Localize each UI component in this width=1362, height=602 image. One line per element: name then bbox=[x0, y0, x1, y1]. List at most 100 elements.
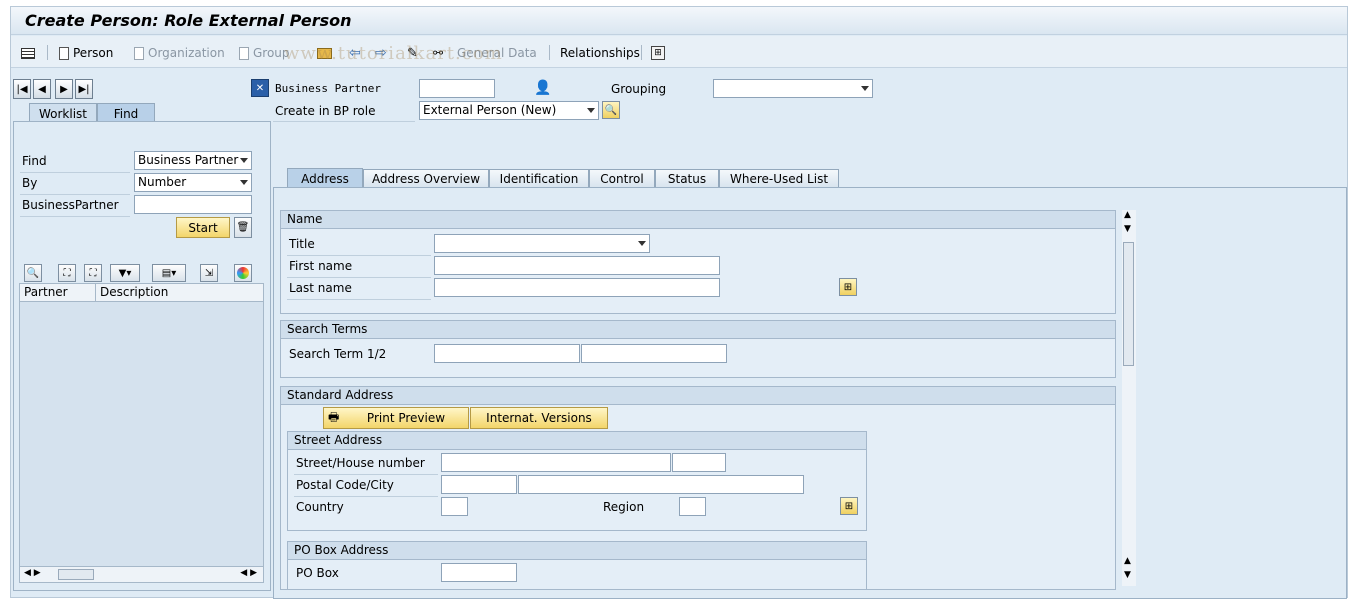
name-group: Name Title First name Last name ⊞ bbox=[280, 210, 1116, 314]
po-box-group: PO Box Address PO Box bbox=[287, 541, 867, 589]
person-button[interactable]: Person bbox=[59, 44, 113, 62]
scroll-down-icon[interactable]: ▼ bbox=[1124, 570, 1131, 580]
filter-icon: ▼▾ bbox=[118, 267, 132, 279]
column-description[interactable]: Description bbox=[96, 284, 172, 301]
binoculars-next-icon: ⛶ bbox=[89, 267, 97, 279]
chevron-down-icon bbox=[638, 241, 646, 246]
sap-window: Create Person: Role External Person Pers… bbox=[10, 6, 1348, 599]
magnifier-icon: 🔍 bbox=[604, 104, 618, 116]
find-select[interactable]: Business Partner bbox=[134, 151, 252, 170]
close-icon: ✕ bbox=[255, 82, 265, 94]
layout-icon: ▤▾ bbox=[161, 267, 177, 279]
color-wheel-icon bbox=[237, 267, 249, 279]
relationships-button[interactable]: Relationships bbox=[560, 44, 640, 62]
tab-address[interactable]: Address bbox=[287, 168, 363, 188]
open-folder-icon bbox=[317, 47, 332, 59]
hierarchy-button[interactable]: ⊞ bbox=[651, 44, 665, 62]
tab-find[interactable]: Find bbox=[97, 103, 155, 123]
display-change-button[interactable]: ⚯ bbox=[433, 44, 443, 62]
po-box-input[interactable] bbox=[441, 563, 517, 582]
postal-code-input[interactable] bbox=[441, 475, 517, 494]
horizontal-scrollbar[interactable]: ◀ ▶ ◀ ▶ bbox=[20, 566, 263, 582]
search-term-label: Search Term 1/2 bbox=[289, 347, 387, 361]
search-term-1-input[interactable] bbox=[434, 344, 580, 363]
first-record-button[interactable]: |◀ bbox=[13, 79, 31, 99]
region-input[interactable] bbox=[679, 497, 706, 516]
search-binoculars-button[interactable]: ⛶ bbox=[58, 264, 76, 282]
street-input[interactable] bbox=[441, 453, 671, 472]
scroll-thumb[interactable] bbox=[1123, 242, 1134, 366]
tab-control[interactable]: Control bbox=[589, 169, 655, 188]
tab-identification[interactable]: Identification bbox=[489, 169, 589, 188]
businesspartner-input[interactable] bbox=[134, 195, 252, 214]
search-terms-group: Search Terms Search Term 1/2 bbox=[280, 320, 1116, 378]
find-next-button[interactable]: ⛶ bbox=[84, 264, 102, 282]
switch-view-button[interactable] bbox=[21, 44, 35, 62]
arrow-left-icon: ⇦ bbox=[349, 45, 361, 61]
businesspartner-label: BusinessPartner bbox=[22, 198, 119, 212]
postal-city-label: Postal Code/City bbox=[296, 478, 394, 492]
first-name-input[interactable] bbox=[434, 256, 720, 275]
last-record-button[interactable]: ▶| bbox=[75, 79, 93, 99]
layout-button[interactable]: ▤▾ bbox=[152, 264, 186, 282]
next-record-button[interactable]: ▶ bbox=[55, 79, 73, 99]
city-input[interactable] bbox=[518, 475, 804, 494]
color-legend-button[interactable] bbox=[234, 264, 252, 282]
bp-role-label: Create in BP role bbox=[275, 104, 376, 118]
scroll-down-icon[interactable]: ▼ bbox=[1124, 224, 1131, 234]
street-label: Street/House number bbox=[296, 456, 425, 470]
previous-record-button[interactable]: ◀ bbox=[33, 79, 51, 99]
business-partner-input[interactable] bbox=[419, 79, 495, 98]
organization-button[interactable]: Organization bbox=[134, 44, 225, 62]
scroll-up-icon[interactable]: ▲ bbox=[1124, 210, 1131, 220]
group-button[interactable]: Group bbox=[239, 44, 290, 62]
general-data-button[interactable]: General Data bbox=[457, 44, 537, 62]
scroll-right-icon[interactable]: ◀ ▶ bbox=[240, 568, 257, 578]
prev-icon: ◀ bbox=[38, 83, 46, 95]
tab-worklist[interactable]: Worklist bbox=[29, 103, 97, 123]
international-versions-button[interactable]: Internat. Versions bbox=[470, 407, 608, 429]
result-list: Partner Description ◀ ▶ ◀ ▶ bbox=[19, 283, 264, 583]
house-number-input[interactable] bbox=[672, 453, 726, 472]
street-address-group: Street Address Street/House number Posta… bbox=[287, 431, 867, 531]
document-icon bbox=[134, 46, 144, 60]
find-list-button[interactable]: 🔍 bbox=[24, 264, 42, 282]
scroll-up-icon[interactable]: ▲ bbox=[1124, 556, 1131, 566]
last-name-label: Last name bbox=[289, 281, 352, 295]
open-button[interactable] bbox=[317, 44, 332, 62]
trash-icon: 🗑 bbox=[236, 222, 250, 233]
edit-button[interactable]: ✎ bbox=[407, 44, 418, 62]
more-fields-button[interactable]: ⊞ bbox=[839, 278, 857, 296]
export-button[interactable]: ⇲ bbox=[200, 264, 218, 282]
name-group-title: Name bbox=[281, 211, 1115, 229]
switch-role-button[interactable]: 🔍 bbox=[602, 101, 620, 119]
window-title: Create Person: Role External Person bbox=[25, 11, 352, 30]
by-label: By bbox=[22, 176, 38, 190]
tab-where-used-list[interactable]: Where-Used List bbox=[719, 169, 839, 188]
scroll-thumb[interactable] bbox=[58, 569, 94, 580]
title-select[interactable] bbox=[434, 234, 650, 253]
search-term-2-input[interactable] bbox=[581, 344, 727, 363]
standard-address-title: Standard Address bbox=[281, 387, 1115, 405]
column-partner[interactable]: Partner bbox=[20, 284, 96, 301]
next-button[interactable]: ⇨ bbox=[375, 44, 387, 62]
by-select[interactable]: Number bbox=[134, 173, 252, 192]
previous-button[interactable]: ⇦ bbox=[349, 44, 361, 62]
expand-icon: ⊞ bbox=[844, 500, 854, 512]
print-preview-button[interactable]: 🖶 Print Preview bbox=[323, 407, 469, 429]
tab-status[interactable]: Status bbox=[655, 169, 719, 188]
bp-role-select[interactable]: External Person (New) bbox=[419, 101, 599, 120]
delete-button[interactable]: 🗑 bbox=[234, 217, 252, 238]
vertical-scrollbar[interactable]: ▲ ▼ ▲ ▼ bbox=[1122, 210, 1136, 586]
scroll-left-icon[interactable]: ◀ ▶ bbox=[24, 568, 41, 578]
tab-address-overview[interactable]: Address Overview bbox=[363, 169, 489, 188]
list-header: Partner Description bbox=[20, 284, 263, 302]
close-navigation-button[interactable]: ✕ bbox=[251, 79, 269, 97]
country-input[interactable] bbox=[441, 497, 468, 516]
filter-button[interactable]: ▼▾ bbox=[110, 264, 140, 282]
start-button[interactable]: Start bbox=[176, 217, 230, 238]
grouping-select[interactable] bbox=[713, 79, 873, 98]
chevron-down-icon bbox=[587, 108, 595, 113]
last-name-input[interactable] bbox=[434, 278, 720, 297]
more-address-fields-button[interactable]: ⊞ bbox=[840, 497, 858, 515]
